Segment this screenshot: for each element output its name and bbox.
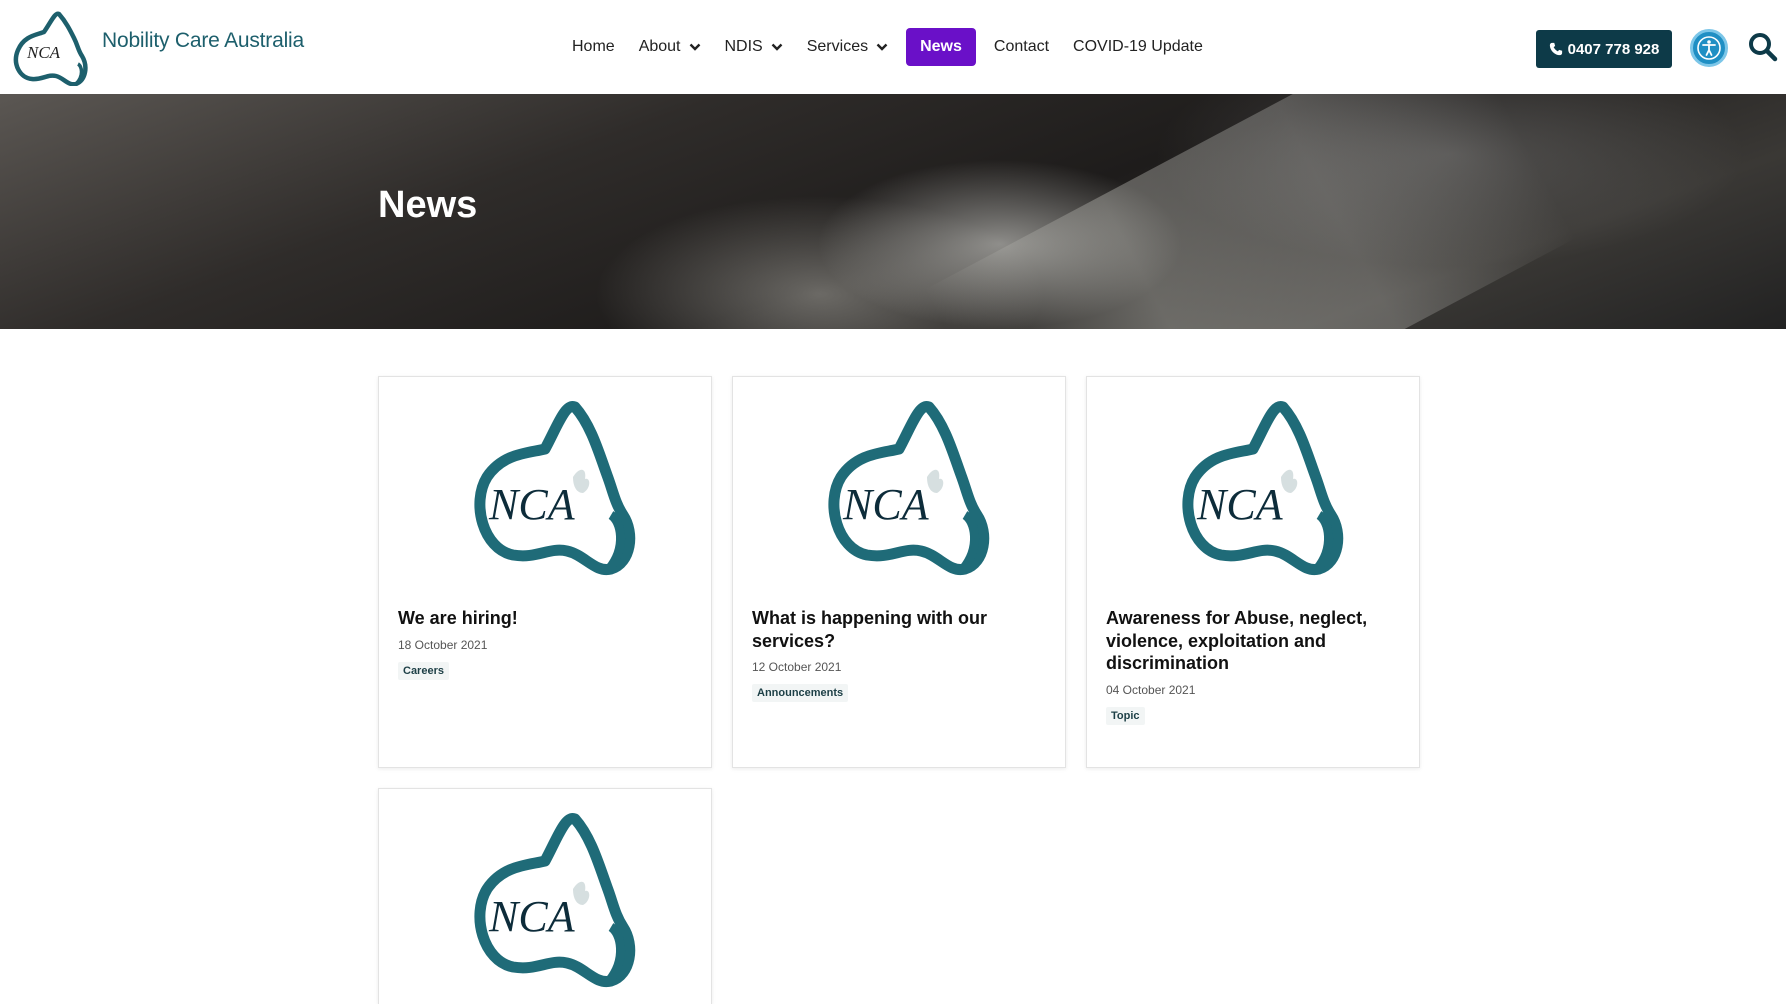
nav-item-about[interactable]: About — [627, 28, 713, 66]
post-title[interactable]: We are hiring! — [379, 607, 711, 630]
post-category-tag[interactable]: Announcements — [752, 684, 849, 702]
nca-logo-icon: NCA — [474, 813, 636, 988]
nav-item-label: News — [920, 38, 962, 55]
nav-item-label: Services — [806, 38, 869, 55]
nav-item-covid-update[interactable]: COVID-19 Update — [1061, 28, 1215, 66]
main-nav: Home About NDIS Services News Contact CO… — [560, 28, 1215, 66]
post-card[interactable]: NCA We are hiring! 18 October 2021 Caree… — [378, 376, 712, 768]
nav-item-news[interactable]: News — [906, 28, 976, 66]
chevron-down-icon — [689, 43, 700, 51]
phone-number: 0407 778 928 — [1567, 40, 1660, 58]
phone-icon — [1549, 42, 1562, 56]
nav-item-label: About — [638, 38, 681, 55]
post-thumbnail: NCA — [733, 377, 1065, 607]
svg-text:NCA: NCA — [1196, 480, 1284, 529]
phone-button[interactable]: 0407 778 928 — [1536, 30, 1672, 68]
search-icon[interactable] — [1748, 32, 1778, 64]
site-header: NCA Nobility Care Australia Home About N… — [0, 0, 1786, 94]
nca-logo-icon: NCA — [828, 401, 990, 576]
accessibility-icon — [1697, 36, 1721, 60]
svg-text:NCA: NCA — [26, 43, 61, 62]
post-thumbnail: NCA — [379, 789, 711, 1004]
nav-item-label: NDIS — [724, 38, 763, 55]
nav-item-ndis[interactable]: NDIS — [713, 28, 795, 66]
accessibility-button[interactable] — [1690, 29, 1728, 67]
post-category-tag[interactable]: Careers — [398, 661, 449, 680]
nav-item-contact[interactable]: Contact — [982, 28, 1061, 66]
post-card[interactable]: NCA Awareness for Abuse, neglect, violen… — [1086, 376, 1420, 768]
post-thumbnail: NCA — [1087, 377, 1419, 607]
post-card[interactable]: NCA — [378, 788, 712, 1004]
post-date: 04 October 2021 — [1106, 682, 1196, 697]
nca-logo-icon: NCA — [474, 401, 636, 576]
brand-name: Nobility Care Australia — [102, 29, 304, 52]
nca-logo-icon: NCA — [1182, 401, 1344, 576]
nav-item-label: Contact — [993, 38, 1050, 55]
brand-link[interactable]: NCA Nobility Care Australia — [10, 8, 304, 86]
svg-text:NCA: NCA — [488, 892, 576, 941]
post-title[interactable]: What is happening with our services? — [733, 607, 1065, 652]
page-hero: News — [0, 94, 1786, 329]
hero-background-image — [924, 94, 1576, 329]
post-thumbnail: NCA — [379, 377, 711, 607]
nav-item-label: COVID-19 Update — [1073, 38, 1203, 55]
nav-item-services[interactable]: Services — [795, 28, 900, 66]
svg-text:NCA: NCA — [488, 480, 576, 529]
svg-text:NCA: NCA — [842, 480, 930, 529]
nav-item-label: Home — [572, 38, 615, 55]
post-card[interactable]: NCA What is happening with our services?… — [732, 376, 1066, 768]
nca-logo-icon: NCA — [13, 11, 88, 86]
post-category-tag[interactable]: Topic — [1106, 706, 1145, 725]
page-title: News — [378, 184, 478, 226]
post-date: 12 October 2021 — [752, 660, 842, 674]
chevron-down-icon — [771, 43, 783, 51]
nav-item-home[interactable]: Home — [560, 28, 627, 66]
chevron-down-icon — [876, 43, 888, 51]
post-date: 18 October 2021 — [398, 637, 488, 652]
post-title[interactable]: Awareness for Abuse, neglect, violence, … — [1087, 607, 1419, 675]
